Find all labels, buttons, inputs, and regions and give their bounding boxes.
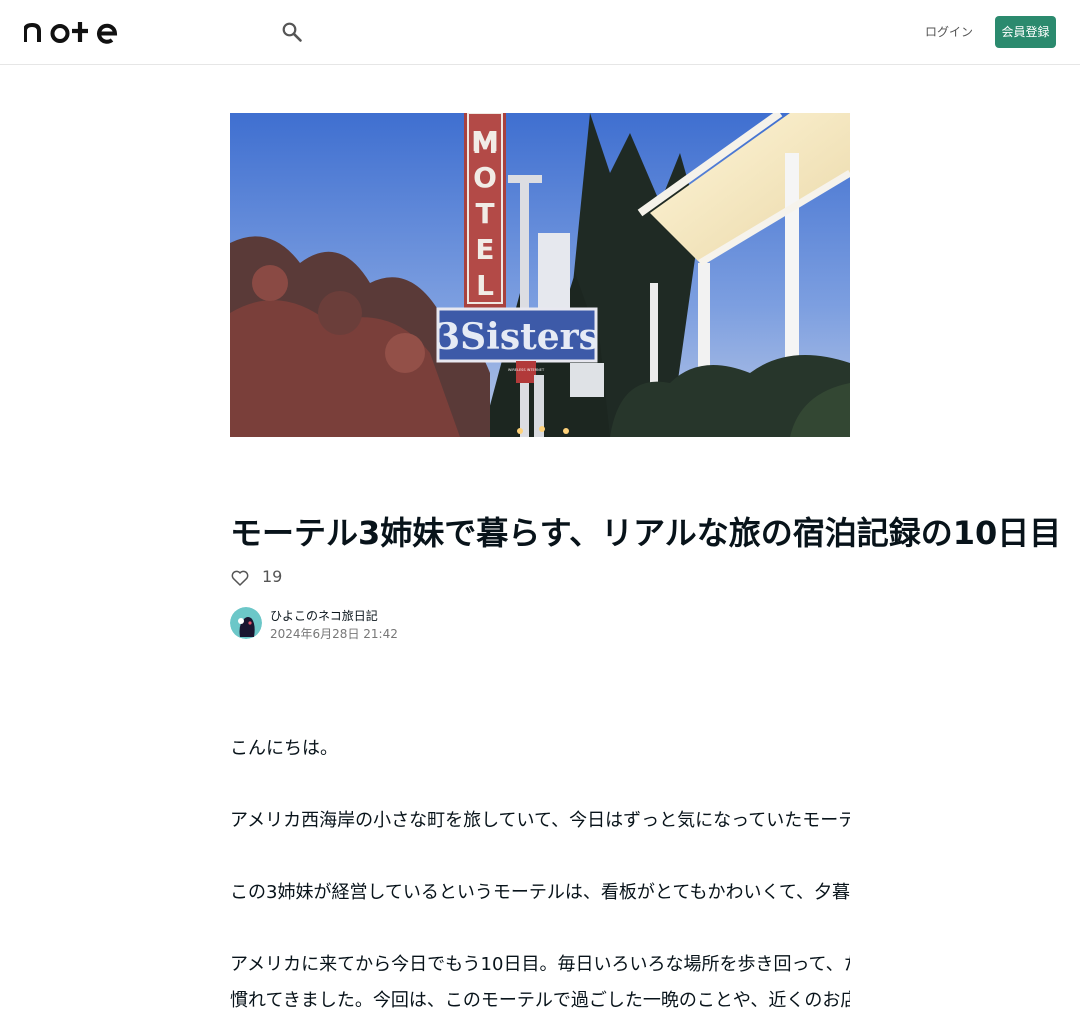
signup-button[interactable]: 会員登録 (995, 16, 1056, 48)
svg-text:O: O (473, 161, 497, 194)
paragraph: アメリカ西海岸の小さな町を旅していて、今日はずっと気になっていたモーテルに泊まる… (230, 810, 850, 831)
svg-text:T: T (475, 197, 494, 230)
author-name[interactable]: ひよこのネコ旅日記 (270, 608, 378, 624)
article-title: モーテル3姉妹で暮らす、リアルな旅の宿泊記録の10日目 (230, 514, 1062, 552)
heart-icon[interactable] (230, 568, 250, 588)
post-date: 2024年6月28日 21:42 (270, 627, 398, 641)
svg-text:M: M (471, 125, 499, 158)
note-logo[interactable]: note (24, 20, 122, 44)
paragraph: アメリカに来てから今日でもう10日目。毎日いろいろな場所を歩き回って、たくさんの… (230, 954, 850, 975)
login-link[interactable]: ログイン (925, 22, 973, 42)
svg-text:E: E (475, 233, 494, 266)
author-avatar[interactable] (230, 607, 262, 639)
paragraph: 慣れてきました。今回は、このモーテルで過ごした一晩のことや、近くのお店で食べたご… (230, 990, 850, 1011)
site-header: note ログイン 会員登録 (0, 0, 1080, 65)
svg-text:3Sisters: 3Sisters (435, 316, 599, 358)
svg-text:WIRELESS INTERNET: WIRELESS INTERNET (508, 368, 545, 372)
paragraph: この3姉妹が経営しているというモーテルは、看板がとてもかわいくて、夕暮れの空によ… (230, 882, 850, 903)
like-count: 19 (262, 567, 283, 586)
search-icon[interactable] (280, 20, 304, 44)
hero-image: M M O T E L 3Sisters WIRELESS INTERNET (230, 113, 850, 437)
paragraph: こんにちは。 (230, 738, 338, 759)
svg-text:L: L (476, 269, 494, 302)
